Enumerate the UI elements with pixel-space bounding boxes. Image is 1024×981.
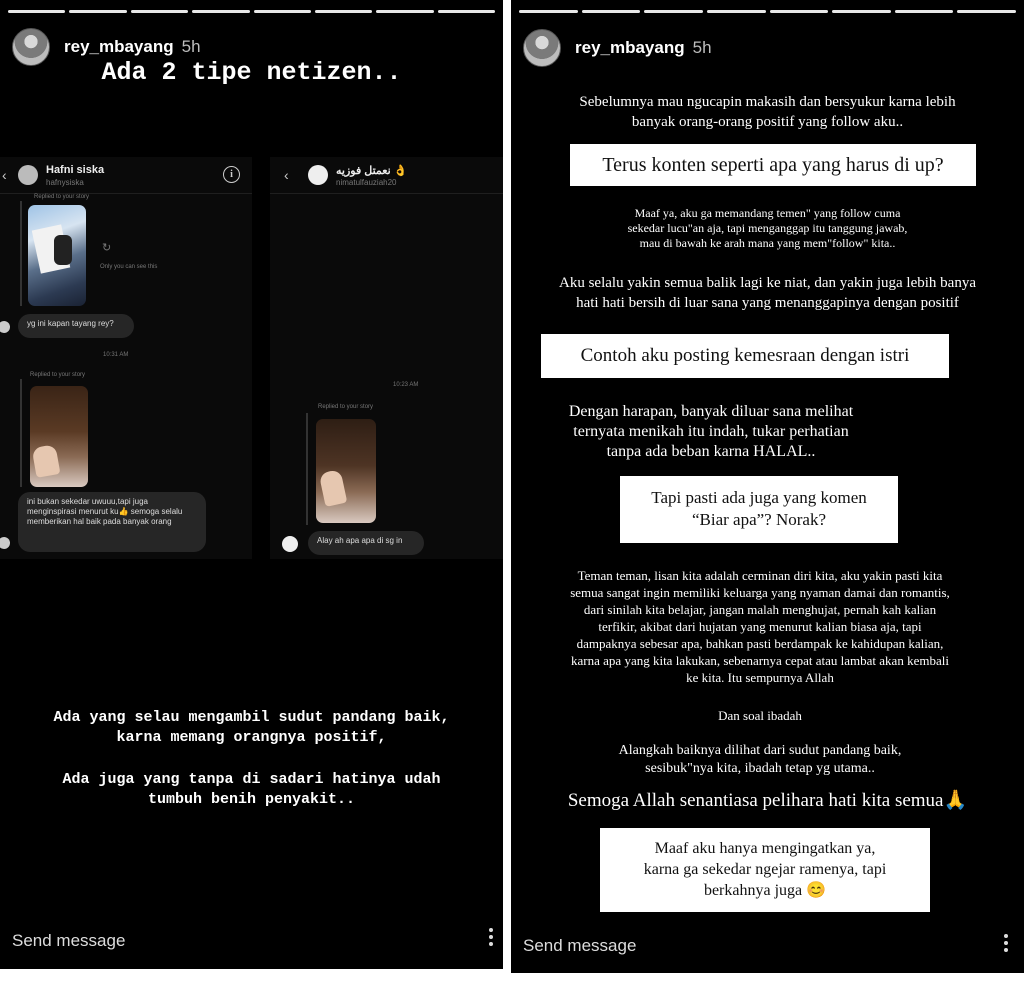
message-bubble: yg ini kapan tayang rey?: [18, 314, 134, 338]
username[interactable]: rey_mbayang: [575, 38, 685, 58]
timestamp: 10:31 AM: [103, 352, 129, 358]
more-options-icon[interactable]: [1004, 934, 1008, 955]
highlight-box-comment: Tapi pasti ada juga yang komen “Biar apa…: [620, 476, 898, 543]
story-left: rey_mbayang 5h Ada 2 tipe netizen.. ‹ Ha…: [0, 0, 503, 969]
dm-name: Hafni siska: [46, 164, 105, 176]
story-title: Ada 2 tipe netizen..: [101, 58, 402, 87]
paragraph-thanks: Sebelumnya mau ngucapin makasih dan bers…: [579, 94, 956, 130]
avatar: [282, 536, 298, 552]
reply-line: [20, 379, 22, 487]
replied-label: Replied to your story: [30, 372, 86, 378]
reply-line: [20, 201, 22, 306]
paragraph-intention: Aku selalu yakin semua balik lagi ke nia…: [559, 275, 976, 311]
avatar: [0, 321, 10, 333]
dm-header: ‹ Hafni siska hafnysiska i: [0, 157, 252, 194]
message-bubble: ini bukan sekedar uwuuu,tapi juga mengin…: [18, 492, 206, 552]
dm-screenshot-left: ‹ Hafni siska hafnysiska i Replied to yo…: [0, 157, 252, 559]
story-progress-bar: [8, 10, 495, 13]
message-bubble: Alay ah apa apa di sg in: [308, 531, 424, 555]
post-time: 5h: [692, 38, 712, 57]
paragraph-worship-title: Dan soal ibadah: [718, 708, 802, 723]
paragraph-worship: Alangkah baiknya dilihat dari sudut pand…: [618, 743, 902, 776]
paragraph-friends: Teman teman, lisan kita adalah cerminan …: [570, 568, 950, 685]
reload-icon: ↻: [102, 242, 112, 254]
caption-1: Ada yang selau mengambil sudut pandang b…: [53, 709, 450, 746]
caption-2: Ada juga yang tanpa di sadari hatinya ud…: [62, 771, 441, 808]
story-right: rey_mbayang 5h Sebelumnya mau ngucapin m…: [511, 0, 1024, 973]
paragraph-apology: Maaf ya, aku ga memandang temen" yang fo…: [627, 206, 908, 250]
dm-screenshot-right: ‹ نعمتل فوزيه 👌 nimatulfauziah20 10:23 A…: [270, 157, 503, 559]
story-thumbnail: [316, 419, 376, 523]
back-arrow-icon: ‹: [2, 167, 7, 183]
username[interactable]: rey_mbayang: [64, 37, 174, 57]
highlight-box-example: Contoh aku posting kemesraan dengan istr…: [541, 334, 949, 378]
story-progress-bar: [519, 10, 1016, 13]
story-thumbnail: [28, 205, 86, 306]
highlight-box-reminder: Maaf aku hanya mengingatkan ya, karna ga…: [600, 828, 930, 912]
send-message-input[interactable]: Send message: [12, 931, 125, 951]
reply-line: [306, 413, 308, 525]
paragraph-prayer: Semoga Allah senantiasa pelihara hati ki…: [567, 790, 968, 811]
replied-label: Replied to your story: [318, 404, 374, 410]
timestamp: 10:23 AM: [393, 382, 419, 388]
info-icon: i: [223, 166, 240, 183]
dm-username: nimatulfauziah20: [336, 178, 397, 187]
avatar: [0, 537, 10, 549]
replied-label: Replied to your story: [34, 194, 90, 200]
paragraph-hope: Dengan harapan, banyak diluar sana melih…: [568, 403, 854, 460]
post-time: 5h: [181, 37, 201, 56]
avatar: [18, 165, 38, 185]
more-options-icon[interactable]: [489, 928, 493, 949]
back-arrow-icon: ‹: [284, 167, 289, 183]
highlight-box-question: Terus konten seperti apa yang harus di u…: [570, 144, 976, 186]
avatar[interactable]: [523, 29, 561, 67]
avatar: [308, 165, 328, 185]
dm-name: نعمتل فوزيه 👌: [336, 165, 408, 177]
send-message-input[interactable]: Send message: [523, 936, 636, 956]
dm-username: hafnysiska: [46, 178, 84, 187]
only-you-label: Only you can see this: [100, 264, 158, 270]
dm-header: ‹ نعمتل فوزيه 👌 nimatulfauziah20: [270, 157, 503, 194]
story-thumbnail: [30, 386, 88, 487]
story-header: rey_mbayang 5h: [523, 29, 712, 67]
